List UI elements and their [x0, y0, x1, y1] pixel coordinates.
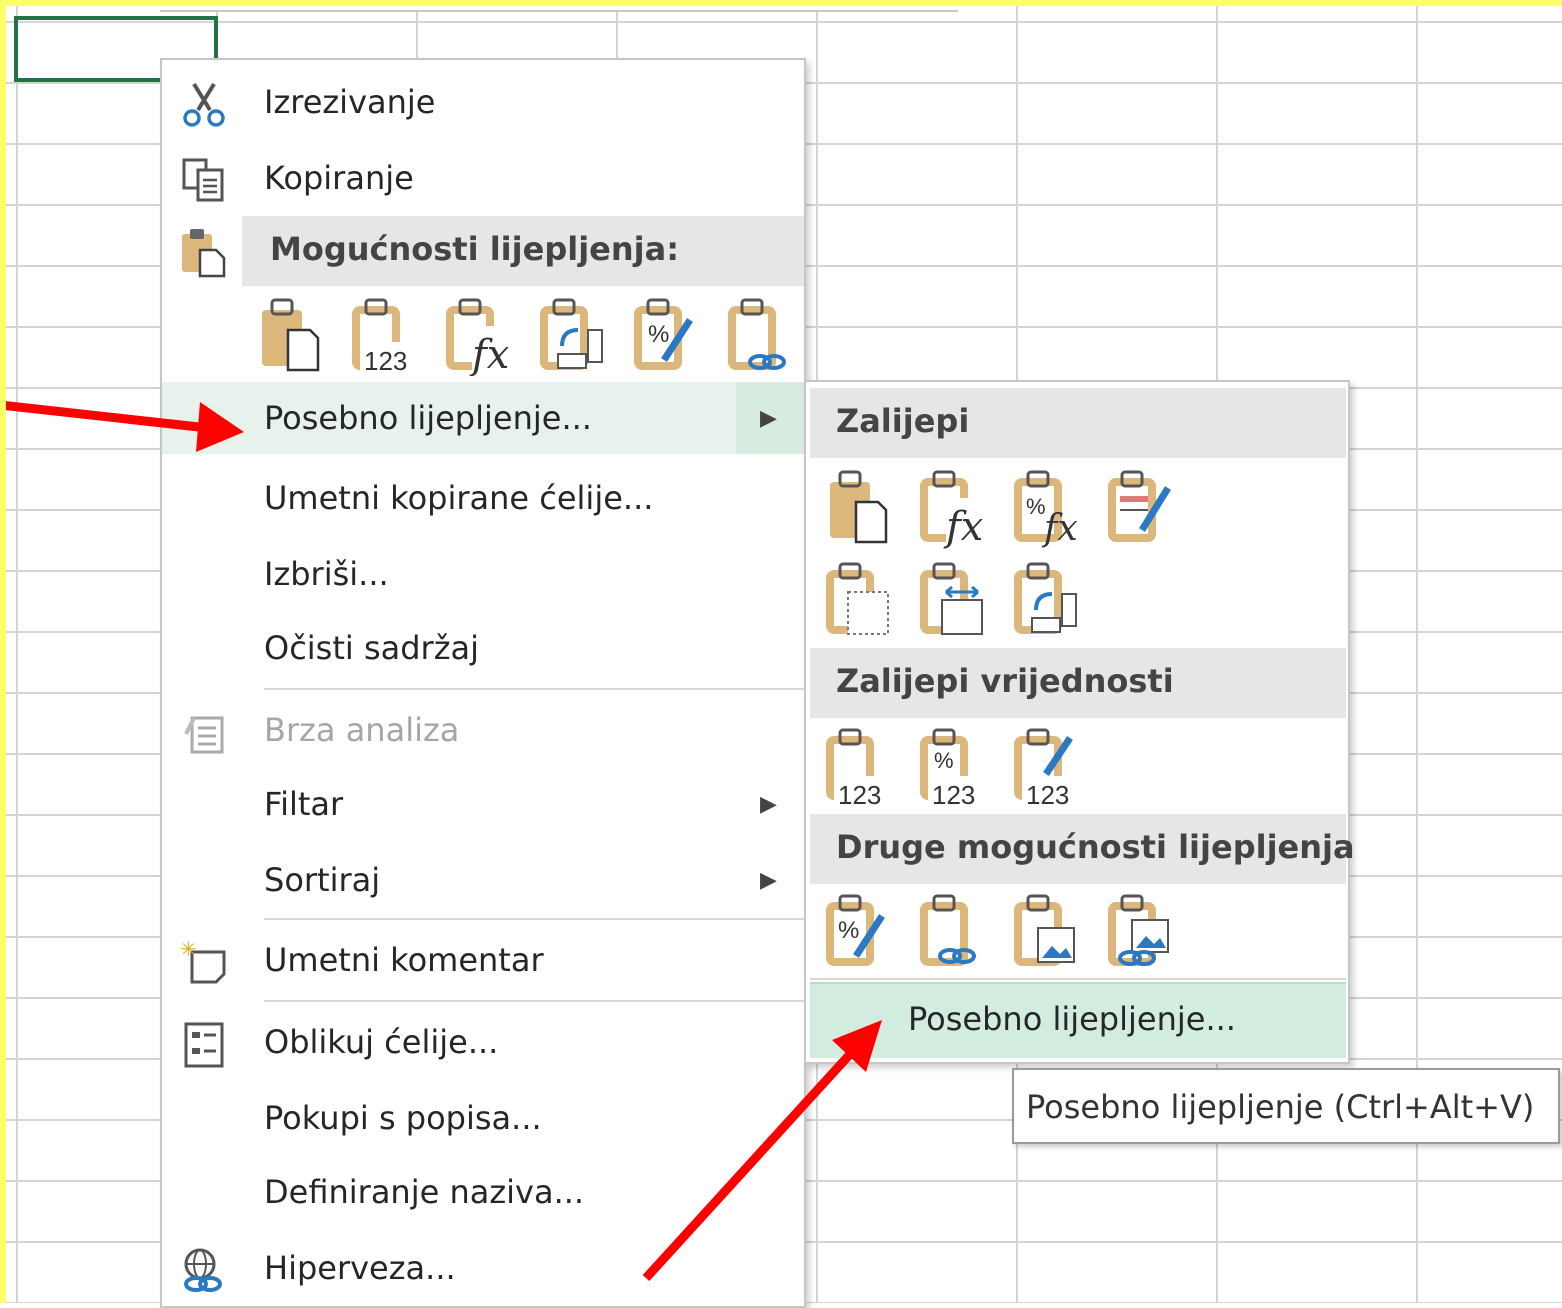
submenu-paste-special-label: Posebno lijepljenje...: [908, 1000, 1236, 1038]
menu-item-label: Sortiraj: [264, 861, 381, 899]
menu-item-label: Hiperveza...: [264, 1249, 456, 1287]
paste-formulas-icon[interactable]: fx: [920, 470, 983, 550]
paste-transpose-icon[interactable]: [540, 298, 603, 370]
paste-formulas-icon[interactable]: fx: [446, 298, 509, 378]
tooltip-text: Posebno lijepljenje (Ctrl+Alt+V): [1026, 1088, 1535, 1126]
submenu-separator: [810, 978, 1346, 980]
svg-text:%: %: [648, 321, 669, 348]
spreadsheet-grid-edge: [6, 6, 18, 1303]
menu-item-cut[interactable]: Izrezivanje: [162, 66, 804, 138]
values-123-text: 123: [364, 346, 407, 376]
paste-link-icon[interactable]: [920, 894, 976, 966]
svg-text:%: %: [934, 748, 954, 773]
submenu-header-label: Zalijepi vrijednosti: [836, 662, 1174, 700]
menu-item-hyperlink[interactable]: Hiperveza...: [162, 1232, 804, 1304]
menu-item-insert-copied-cells[interactable]: Umetni kopirane ćelije...: [162, 462, 804, 534]
paste-icon[interactable]: [262, 298, 320, 372]
menu-item-label: Umetni kopirane ćelije...: [264, 479, 654, 517]
paste-icon: [178, 226, 234, 282]
values-123-text: 123: [1026, 780, 1069, 810]
paste-options-row: 123 fx %: [258, 296, 798, 378]
chevron-right-icon: ▶: [760, 405, 777, 431]
menu-item-paste-special[interactable]: Posebno lijepljenje... ▶: [162, 382, 804, 454]
submenu-header-paste: Zalijepi: [810, 388, 1346, 458]
formula-area-edge: [160, 0, 958, 12]
tooltip: Posebno lijepljenje (Ctrl+Alt+V): [1012, 1068, 1560, 1144]
menu-item-label: Brza analiza: [264, 711, 460, 749]
menu-item-label: Umetni komentar: [264, 941, 544, 979]
paste-keep-source-formatting-icon[interactable]: [1108, 470, 1171, 542]
menu-item-format-cells[interactable]: Oblikuj ćelije...: [162, 1006, 804, 1078]
menu-separator: [264, 918, 804, 920]
values-123-text: 123: [932, 780, 975, 810]
menu-item-label: Izrezivanje: [264, 83, 436, 121]
paste-formatting-icon[interactable]: %: [634, 298, 693, 370]
menu-item-quick-analysis[interactable]: Brza analiza: [162, 694, 804, 766]
menu-item-clear-contents[interactable]: Očisti sadržaj: [162, 612, 804, 684]
hyperlink-icon: [176, 1246, 232, 1294]
menu-item-label: Posebno lijepljenje...: [264, 399, 592, 437]
paste-no-borders-icon[interactable]: [826, 562, 889, 635]
svg-text:fx: fx: [943, 504, 983, 550]
paste-formatting-icon[interactable]: %: [826, 894, 885, 966]
format-cells-icon: [176, 1020, 232, 1068]
new-comment-icon: ✳: [176, 938, 232, 986]
menu-item-label: Kopiranje: [264, 159, 414, 197]
paste-icons-grid: fx % fx: [826, 468, 1346, 638]
submenu-header-other: Druge mogućnosti lijepljenja: [810, 814, 1355, 884]
quick-analysis-icon: [176, 708, 232, 756]
paste-formulas-number-formatting-icon[interactable]: % fx: [1014, 470, 1078, 549]
menu-item-label: Izbriši...: [264, 555, 389, 593]
menu-item-label: Oblikuj ćelije...: [264, 1023, 499, 1061]
menu-item-delete[interactable]: Izbriši...: [162, 538, 804, 610]
menu-item-label: Očisti sadržaj: [264, 629, 479, 667]
paste-transpose-icon[interactable]: [1014, 562, 1077, 634]
paste-values-source-formatting-icon[interactable]: 123: [1014, 728, 1078, 810]
submenu-header-label: Zalijepi: [836, 402, 970, 440]
paste-link-icon[interactable]: [728, 298, 786, 370]
menu-separator: [264, 1000, 804, 1002]
paste-values-number-formatting-icon[interactable]: % 123: [920, 728, 984, 810]
paste-options-header: Mogućnosti lijepljenja:: [242, 216, 804, 286]
paste-values-icons-row: 123 % 123 123: [826, 726, 1346, 810]
scissors-icon: [176, 80, 232, 128]
paste-picture-icon[interactable]: [1014, 894, 1075, 966]
menu-item-sort[interactable]: Sortiraj ▶: [162, 844, 804, 916]
svg-text:fx: fx: [469, 332, 509, 376]
menu-item-label: Definiranje naziva...: [264, 1173, 585, 1211]
menu-item-pick-from-list[interactable]: Pokupi s popisa...: [162, 1082, 804, 1154]
other-paste-icons-row: %: [826, 892, 1346, 972]
menu-item-copy[interactable]: Kopiranje: [162, 142, 804, 214]
paste-linked-picture-icon[interactable]: [1108, 894, 1169, 966]
menu-item-label: Pokupi s popisa...: [264, 1099, 542, 1137]
svg-text:fx: fx: [1041, 508, 1078, 549]
chevron-right-icon: ▶: [760, 791, 777, 817]
paste-values-icon[interactable]: 123: [352, 298, 416, 376]
svg-text:✳: ✳: [180, 938, 197, 961]
svg-text:%: %: [838, 917, 859, 944]
menu-item-insert-comment[interactable]: ✳ Umetni komentar: [162, 924, 804, 996]
values-123-text: 123: [838, 780, 881, 810]
menu-item-define-name[interactable]: Definiranje naziva...: [162, 1156, 804, 1228]
submenu-header-values: Zalijepi vrijednosti: [810, 648, 1346, 718]
chevron-right-icon: ▶: [760, 867, 777, 893]
paste-options-label: Mogućnosti lijepljenja:: [270, 230, 679, 268]
submenu-paste-special-button[interactable]: Posebno lijepljenje...: [810, 982, 1346, 1058]
paste-special-submenu: Zalijepi fx % fx Zalijepi vrijednosti 12…: [804, 380, 1355, 1064]
copy-icon: [176, 156, 232, 204]
paste-icon[interactable]: [830, 470, 888, 544]
submenu-header-label: Druge mogućnosti lijepljenja: [836, 828, 1355, 866]
menu-item-filter[interactable]: Filtar ▶: [162, 768, 804, 840]
menu-item-label: Filtar: [264, 785, 344, 823]
menu-separator: [264, 688, 804, 690]
svg-text:%: %: [1026, 494, 1046, 519]
context-menu: Izrezivanje Kopiranje Mogućnosti lijeplj…: [160, 58, 806, 1308]
paste-values-icon[interactable]: 123: [826, 728, 890, 810]
paste-keep-column-widths-icon[interactable]: [920, 562, 983, 635]
